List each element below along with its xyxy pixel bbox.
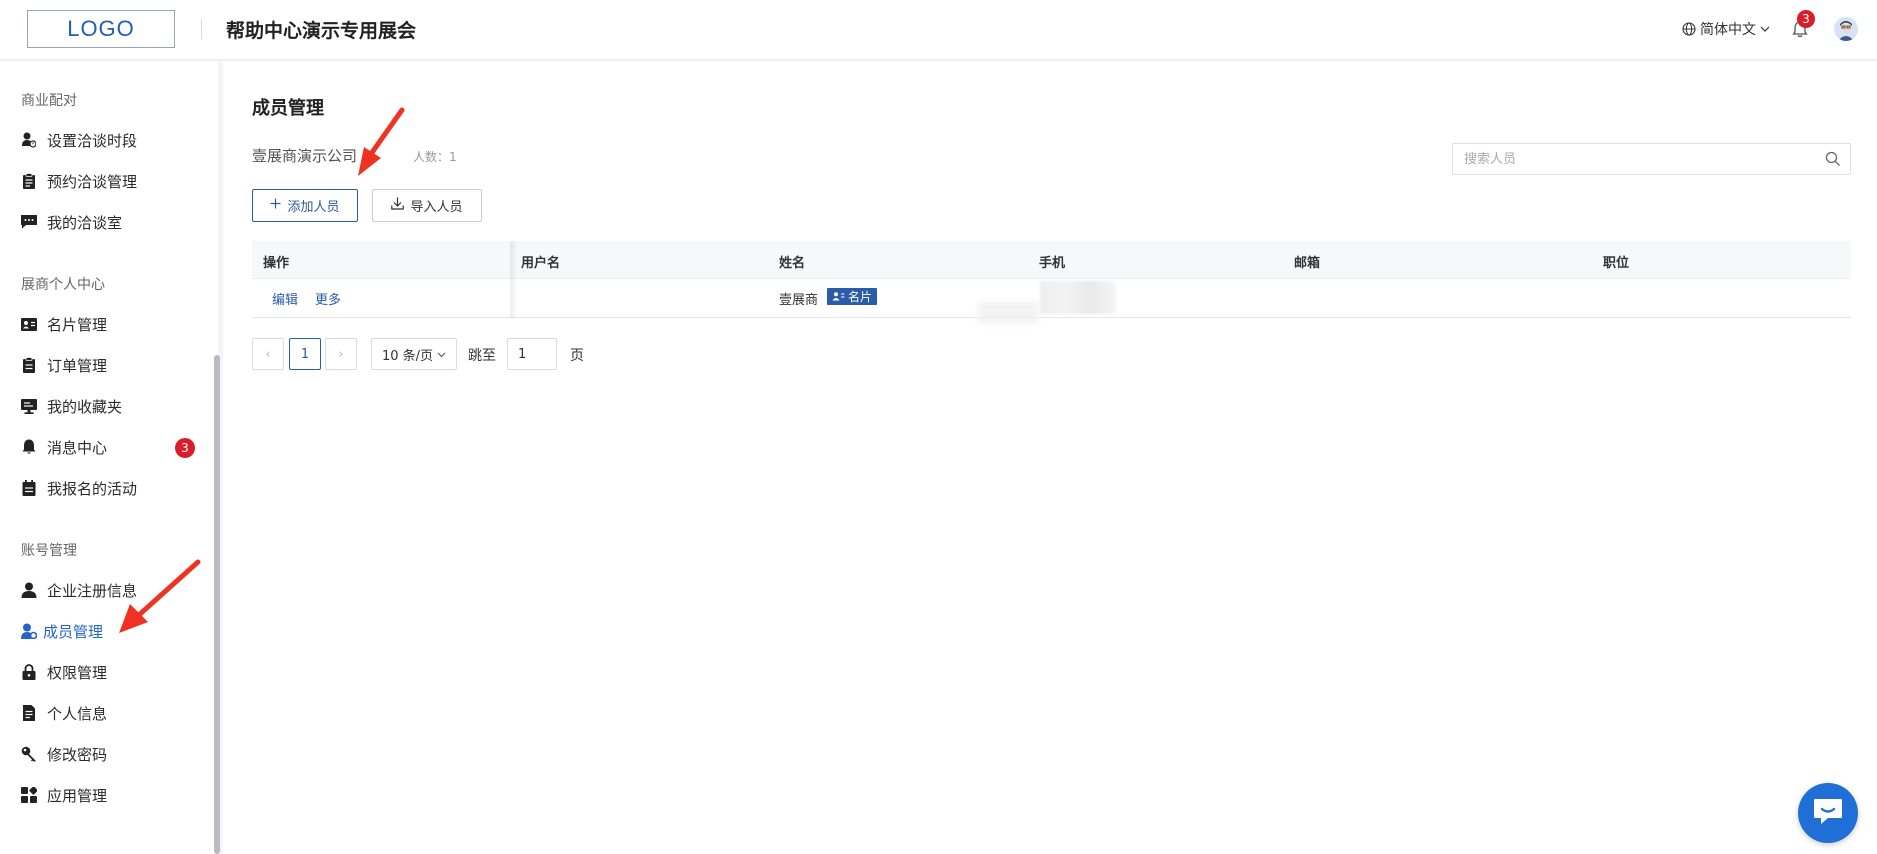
site-title: 帮助中心演示专用展会 <box>226 20 417 42</box>
sidebar-item-change-password[interactable]: 修改密码 <box>21 742 107 766</box>
cell-name: 壹展商 <box>779 293 819 308</box>
business-card-tag[interactable]: 名片 <box>827 288 878 305</box>
sidebar-item-business-cards[interactable]: 名片管理 <box>21 312 107 336</box>
business-card-tag-label: 名片 <box>848 290 873 304</box>
monitor-icon <box>21 398 37 414</box>
user-icon <box>21 582 37 598</box>
sidebar-item-label: 企业注册信息 <box>47 581 138 600</box>
customer-service-chat-button[interactable] <box>1798 783 1858 843</box>
user-gear-icon <box>21 623 37 639</box>
import-members-label: 导入人员 <box>410 200 463 215</box>
document-icon <box>21 705 37 721</box>
globe-icon <box>1682 22 1696 36</box>
sidebar-item-label: 修改密码 <box>47 745 108 764</box>
sidebar-group-account: 账号管理 <box>21 543 77 559</box>
clipboard-icon <box>21 173 37 189</box>
clipboard-icon <box>21 357 37 373</box>
sidebar-item-meeting-room[interactable]: 我的洽谈室 <box>21 210 122 234</box>
id-card-icon <box>21 316 37 332</box>
column-header-name: 姓名 <box>779 256 806 271</box>
sidebar-item-label: 预约洽谈管理 <box>47 172 138 191</box>
sidebar-item-negotiation-slots[interactable]: 设置洽谈时段 <box>21 128 137 152</box>
page-title: 成员管理 <box>252 98 324 119</box>
company-name: 壹展商演示公司 <box>252 147 358 165</box>
chat-icon <box>21 214 37 230</box>
next-page-button[interactable]: › <box>325 338 357 370</box>
member-count: 人数：1 <box>413 150 457 164</box>
page-size-select[interactable]: 10 条/页 <box>371 338 457 370</box>
language-label: 简体中文 <box>1700 22 1756 38</box>
sidebar-item-orders[interactable]: 订单管理 <box>21 353 107 377</box>
sidebar-item-label: 权限管理 <box>47 663 108 682</box>
column-header-email: 邮箱 <box>1294 256 1321 271</box>
sidebar-group-exhibitor-center: 展商个人中心 <box>21 277 105 293</box>
user-avatar[interactable] <box>1834 17 1858 41</box>
add-member-button[interactable]: 添加人员 <box>252 189 358 222</box>
page-size-label: 10 条/页 <box>381 348 434 364</box>
page-suffix-label: 页 <box>570 348 584 364</box>
header-divider <box>201 19 202 39</box>
sidebar-item-my-events[interactable]: 我报名的活动 <box>21 476 137 500</box>
sidebar-scrollbar[interactable] <box>214 355 220 854</box>
sidebar-item-label: 成员管理 <box>43 622 104 641</box>
calendar-icon <box>21 480 37 496</box>
search-icon[interactable] <box>1825 151 1841 171</box>
main-panel <box>223 61 1877 854</box>
column-header-position: 职位 <box>1603 256 1630 271</box>
sidebar-item-label: 我报名的活动 <box>47 479 138 498</box>
table-header: 操作 用户名 姓名 手机 邮箱 职位 <box>252 241 1851 279</box>
edit-link[interactable]: 编辑 <box>272 289 298 308</box>
add-member-label: 添加人员 <box>287 200 340 215</box>
id-card-icon <box>832 290 845 304</box>
goto-label: 跳至 <box>468 348 496 364</box>
redacted-area <box>978 302 1038 324</box>
apps-icon <box>21 787 37 803</box>
sidebar-item-label: 名片管理 <box>47 315 108 334</box>
import-members-button[interactable]: 导入人员 <box>372 189 482 222</box>
plus-icon <box>270 198 281 213</box>
sidebar-item-label: 个人信息 <box>47 704 108 723</box>
chevron-down-icon <box>437 347 446 362</box>
logo[interactable]: LOGO <box>27 10 175 48</box>
fixed-column-shadow <box>510 241 518 318</box>
column-header-actions: 操作 <box>263 256 290 271</box>
search-box <box>1452 143 1851 175</box>
sidebar-item-label: 应用管理 <box>47 786 108 805</box>
sidebar-item-label: 订单管理 <box>47 356 108 375</box>
chevron-down-icon <box>1760 25 1770 33</box>
user-clock-icon <box>21 132 37 148</box>
sidebar-item-favorites[interactable]: 我的收藏夹 <box>21 394 122 418</box>
key-icon <box>21 746 37 762</box>
sidebar-item-app-management[interactable]: 应用管理 <box>21 783 107 807</box>
more-link[interactable]: 更多 <box>315 289 341 308</box>
top-header: LOGO 帮助中心演示专用展会 简体中文 3 <box>0 0 1877 60</box>
sidebar-item-label: 设置洽谈时段 <box>47 131 138 150</box>
search-input[interactable] <box>1453 144 1813 174</box>
page-1-button[interactable]: 1 <box>289 338 321 370</box>
column-header-username: 用户名 <box>521 256 561 271</box>
lock-icon <box>21 664 37 680</box>
download-icon <box>391 197 405 214</box>
prev-page-button[interactable]: ‹ <box>252 338 284 370</box>
sidebar-item-label: 我的洽谈室 <box>47 213 123 232</box>
sidebar-item-company-registration[interactable]: 企业注册信息 <box>21 578 137 602</box>
sidebar-item-appointments[interactable]: 预约洽谈管理 <box>21 169 137 193</box>
sidebar-item-personal-info[interactable]: 个人信息 <box>21 701 107 725</box>
chat-bubble-icon <box>1812 796 1844 830</box>
sidebar-item-label: 我的收藏夹 <box>47 397 123 416</box>
sidebar-item-messages[interactable]: 消息中心 <box>21 435 107 459</box>
redacted-phone <box>1040 281 1116 314</box>
sidebar-item-member-management[interactable]: 成员管理 <box>21 619 103 643</box>
goto-page-input[interactable]: 1 <box>507 338 557 370</box>
bell-icon <box>21 439 37 455</box>
sidebar-item-permissions[interactable]: 权限管理 <box>21 660 107 684</box>
notification-badge: 3 <box>1797 10 1815 28</box>
language-selector[interactable]: 简体中文 <box>1682 19 1770 39</box>
messages-badge: 3 <box>175 438 195 458</box>
sidebar-item-label: 消息中心 <box>47 438 108 457</box>
sidebar-group-business-matching: 商业配对 <box>21 93 77 109</box>
column-header-phone: 手机 <box>1039 256 1066 271</box>
